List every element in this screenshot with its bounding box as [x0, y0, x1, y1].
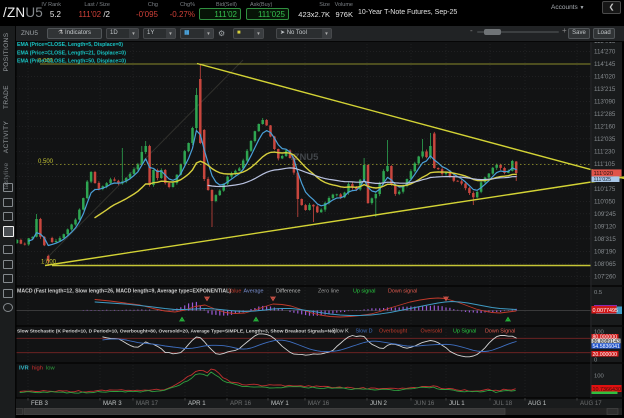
svg-text:Value: Value [228, 289, 241, 295]
svg-text:Average: Average [244, 289, 264, 295]
svg-text:Oversold: Oversold [421, 329, 443, 335]
svg-text:APR 16: APR 16 [230, 400, 252, 407]
svg-text:0.500: 0.500 [38, 159, 54, 165]
svg-text:112'035: 112'035 [594, 136, 616, 143]
svg-text:MAR 17: MAR 17 [136, 400, 159, 407]
svg-text:109'245: 109'245 [594, 211, 616, 218]
svg-text:high: high [32, 366, 43, 372]
svg-text:JUL 18: JUL 18 [493, 400, 513, 407]
svg-text:109'120: 109'120 [594, 224, 616, 231]
svg-text:0.5: 0.5 [594, 290, 603, 296]
svg-text:108'315: 108'315 [594, 236, 616, 243]
svg-text:Up Signal: Up Signal [453, 329, 476, 335]
svg-text:Down signal: Down signal [388, 289, 417, 295]
svg-text:100: 100 [594, 374, 605, 380]
svg-text:113'090: 113'090 [594, 99, 616, 106]
svg-text:MACD (Fast length=12, Slow len: MACD (Fast length=12, Slow length=26, MA… [17, 289, 231, 295]
svg-text:low: low [46, 366, 56, 372]
svg-text:EMA (Price=CLOSE, Length=50, D: EMA (Price=CLOSE, Length=50, Displace=0) [17, 59, 126, 65]
svg-text:114'020: 114'020 [594, 74, 616, 81]
svg-text:JUL 1: JUL 1 [449, 400, 465, 407]
svg-text:112'160: 112'160 [594, 124, 616, 131]
svg-text:111'025: 111'025 [594, 177, 612, 183]
svg-text:Zero line: Zero line [318, 289, 339, 295]
svg-text:Overbought: Overbought [379, 329, 408, 335]
svg-text:0.0077495: 0.0077495 [593, 308, 618, 314]
svg-text:114'145: 114'145 [594, 61, 616, 68]
svg-text:111'105: 111'105 [594, 161, 615, 168]
svg-text:1.000: 1.000 [41, 260, 57, 266]
svg-text:108'190: 108'190 [594, 249, 616, 256]
svg-text:JUN 2: JUN 2 [370, 400, 388, 407]
svg-text:114'270: 114'270 [594, 49, 616, 56]
svg-text:FEB 3: FEB 3 [31, 400, 49, 407]
svg-text:Slow Stochastic (K Period=10,: Slow Stochastic (K Period=10, D Period=1… [17, 329, 336, 335]
svg-text:JUN 16: JUN 16 [414, 400, 435, 407]
svg-text:110'175: 110'175 [594, 186, 616, 193]
svg-text:MAY 16: MAY 16 [308, 400, 330, 407]
svg-text:MAY 1: MAY 1 [271, 400, 289, 407]
svg-text:108'065: 108'065 [594, 261, 616, 268]
svg-text:112'285: 112'285 [594, 111, 616, 118]
svg-text:111'230: 111'230 [594, 149, 615, 156]
svg-text:Difference: Difference [276, 289, 300, 295]
svg-text:EMA (Price=CLOSE, Length=5, Di: EMA (Price=CLOSE, Length=5, Displace=0) [17, 42, 123, 48]
svg-text:Slow K: Slow K [332, 329, 349, 335]
svg-text:107'260: 107'260 [594, 274, 616, 281]
svg-text:APR 1: APR 1 [188, 400, 206, 407]
svg-text:111'020: 111'020 [594, 171, 614, 177]
svg-text:113'215: 113'215 [594, 86, 616, 93]
svg-text:AUG 17: AUG 17 [580, 400, 602, 407]
svg-text:110'050: 110'050 [594, 199, 616, 206]
svg-text:AUG 1: AUG 1 [528, 400, 547, 407]
svg-text:Up signal: Up signal [353, 289, 375, 295]
svg-text:Down Signal: Down Signal [485, 329, 515, 335]
svg-text:Slow D: Slow D [356, 329, 373, 335]
svg-text:54.5836041: 54.5836041 [593, 344, 621, 350]
svg-text:MAR 3: MAR 3 [103, 400, 122, 407]
svg-text:IVR: IVR [19, 366, 29, 372]
svg-text:EMA (Price=CLOSE, Length=21, D: EMA (Price=CLOSE, Length=21, Displace=0) [17, 50, 126, 56]
